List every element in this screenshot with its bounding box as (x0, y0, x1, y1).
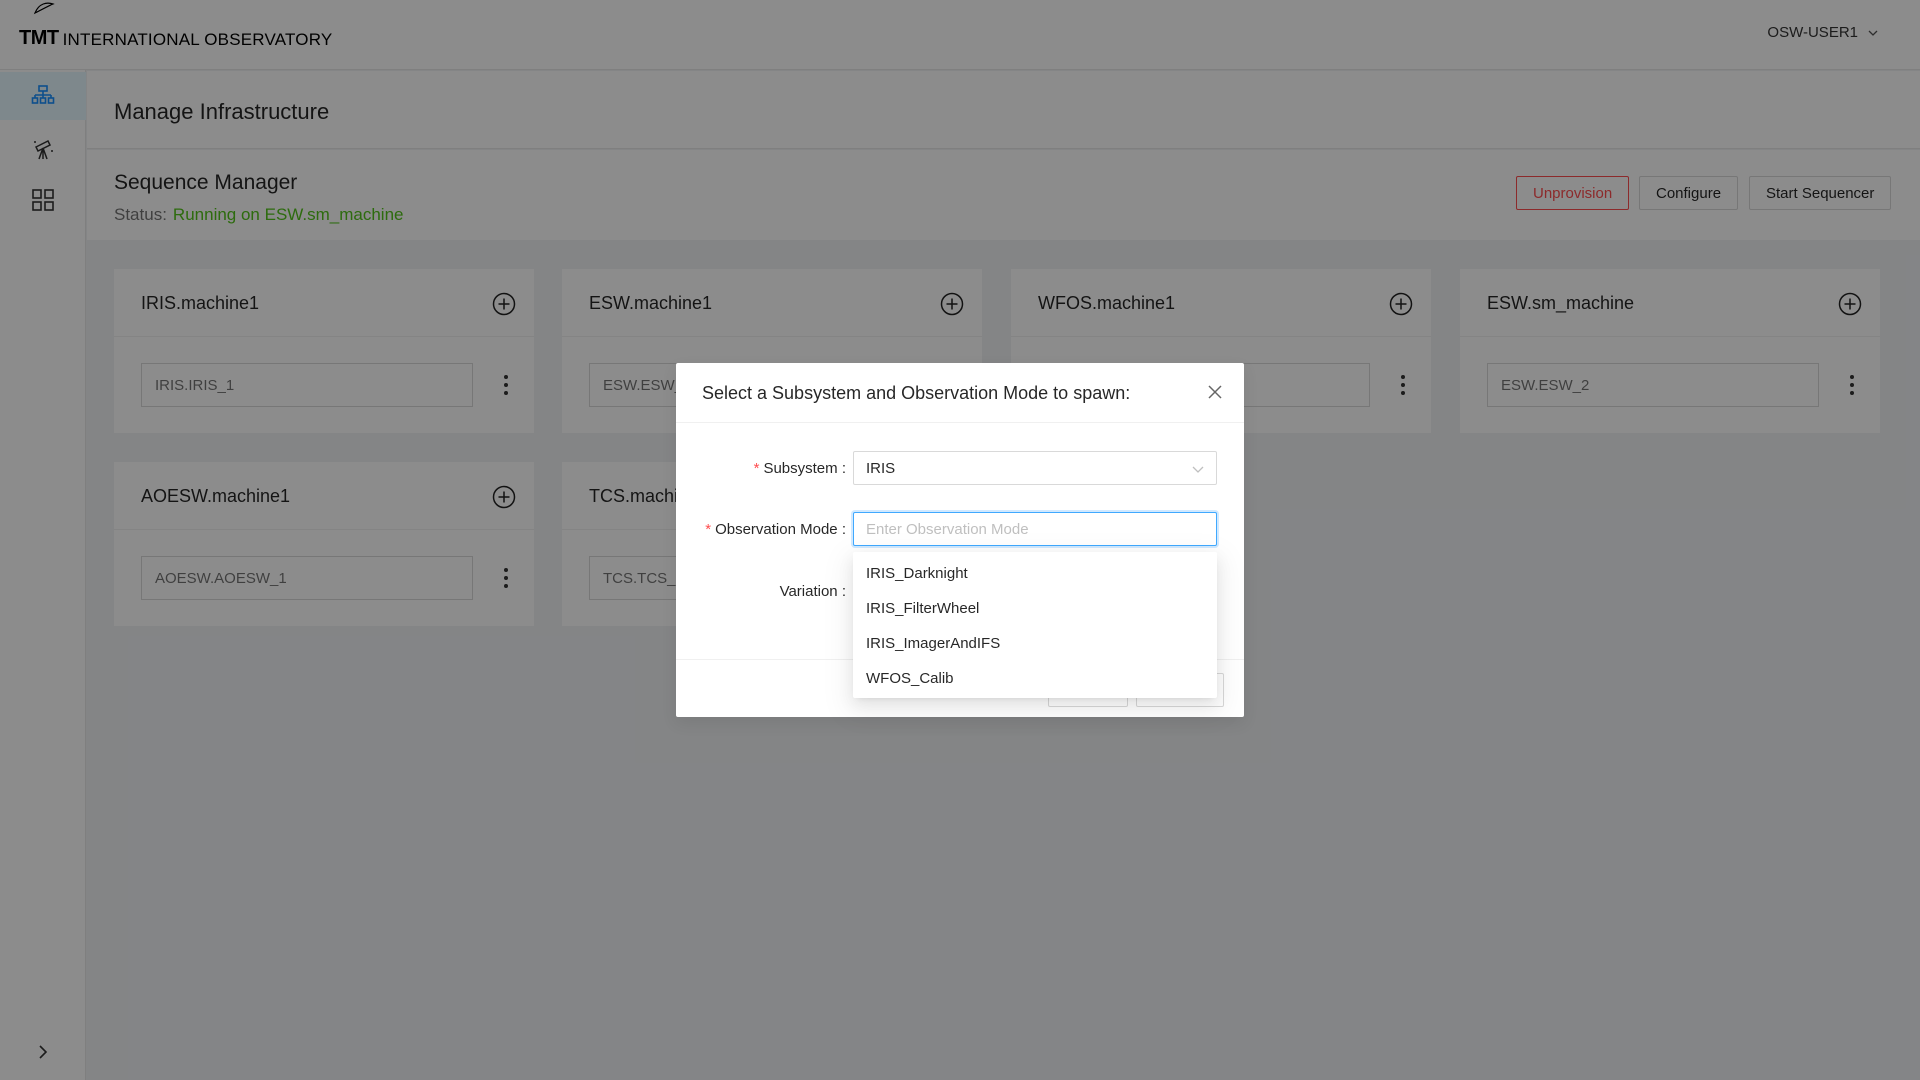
dropdown-option[interactable]: IRIS_ImagerAndIFS (853, 626, 1217, 661)
dropdown-option[interactable]: IRIS_FilterWheel (853, 591, 1217, 626)
subsystem-select[interactable]: IRIS (853, 451, 1217, 485)
dropdown-option[interactable]: WFOS_Calib (853, 661, 1217, 696)
subsystem-row: * Subsystem : IRIS (676, 451, 1244, 487)
observation-mode-row: * Observation Mode : (676, 512, 1244, 548)
observation-mode-input[interactable] (866, 520, 1204, 538)
observation-mode-field[interactable] (853, 512, 1217, 546)
modal-title: Select a Subsystem and Observation Mode … (702, 383, 1131, 403)
subsystem-label: * Subsystem : (753, 460, 846, 477)
variation-label: Variation : (779, 583, 846, 600)
chevron-down-icon (1192, 466, 1204, 473)
observation-mode-label: * Observation Mode : (705, 521, 846, 538)
observation-mode-dropdown: IRIS_Darknight IRIS_FilterWheel IRIS_Ima… (853, 552, 1217, 698)
dropdown-option[interactable]: IRIS_Darknight (853, 556, 1217, 591)
subsystem-value: IRIS (866, 459, 896, 477)
close-icon[interactable] (1206, 383, 1224, 401)
